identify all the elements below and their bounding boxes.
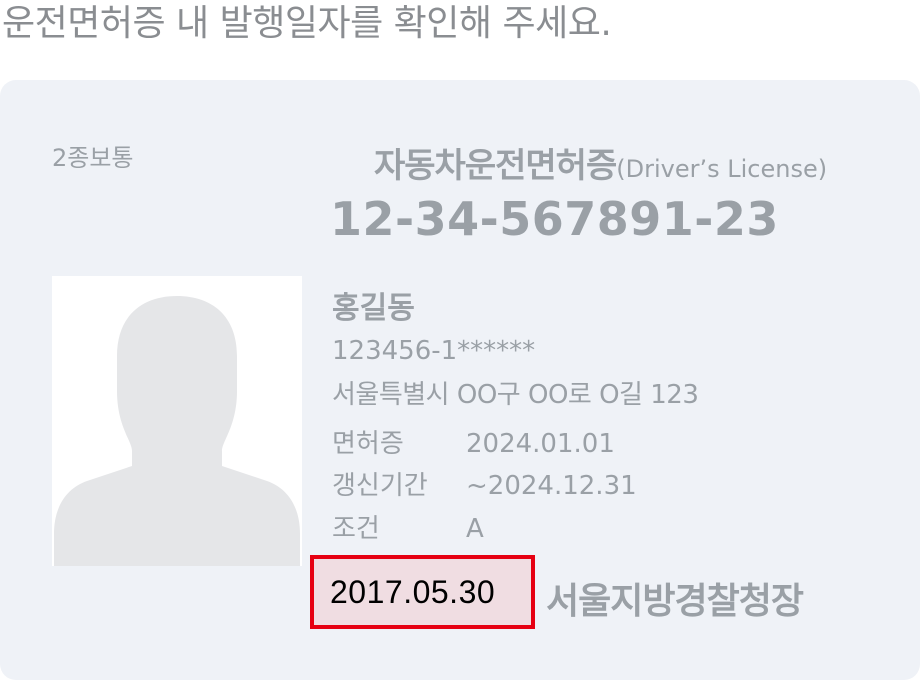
info-row-renewal-period: 갱신기간 ~2024.12.31 xyxy=(332,465,637,502)
info-label: 갱신기간 xyxy=(332,471,428,501)
card-title-main: 자동차운전면허증 xyxy=(374,146,617,186)
card-title: 자동차운전면허증(Driver’s License) xyxy=(374,138,827,187)
resident-number: 123456-1****** xyxy=(332,336,536,366)
info-label: 조건 xyxy=(332,514,380,544)
holder-name: 홍길동 xyxy=(332,291,415,326)
id-photo xyxy=(52,276,302,566)
driver-license-card: 2종보통 자동차운전면허증(Driver’s License) 12-34-56… xyxy=(0,80,920,680)
info-row-condition: 조건 A xyxy=(332,508,484,545)
info-value: A xyxy=(466,514,484,544)
info-row-license-date: 면허증 2024.01.01 xyxy=(332,423,615,460)
info-value: 2024.01.01 xyxy=(466,429,615,459)
instruction-text: 운전면허증 내 발행일자를 확인해 주세요. xyxy=(2,3,612,44)
issuer: 서울지방경찰청장 xyxy=(546,581,804,622)
holder-address: 서울특별시 OO구 OO로 O길 123 xyxy=(332,380,699,410)
card-title-sub: (Driver’s License) xyxy=(616,155,828,183)
license-number: 12-34-567891-23 xyxy=(330,192,779,246)
info-value: ~2024.12.31 xyxy=(466,471,637,501)
person-silhouette-icon xyxy=(54,296,300,566)
info-label: 면허증 xyxy=(332,429,404,459)
issue-date: 2017.05.30 xyxy=(330,574,496,610)
license-type: 2종보통 xyxy=(52,144,134,172)
